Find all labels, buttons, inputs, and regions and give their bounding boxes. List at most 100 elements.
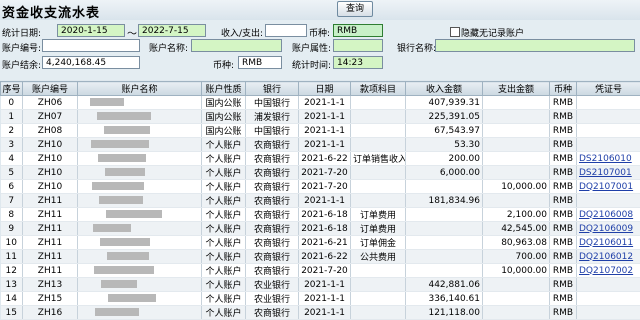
table-cell [78,250,202,264]
table-row[interactable]: 9ZH11个人账户农商银行2021-6-18订单费用42,545.00RMBDQ… [1,222,640,236]
table-cell [78,166,202,180]
table-row[interactable]: 0ZH06国内公账中国银行2021-1-1407,939.31RMB [1,96,640,110]
table-row[interactable]: 3ZH10个人账户农商银行2021-1-153.30RMB [1,138,640,152]
column-header[interactable]: 收入金额 [406,82,483,96]
table-row[interactable]: 12ZH11个人账户农商银行2021-7-2010,000.00RMBDQ210… [1,264,640,278]
bank-name-label: 银行名称: [397,41,436,54]
table-cell[interactable]: DQ2107001 [577,180,640,194]
table-cell[interactable]: DS2107001 [577,166,640,180]
column-header[interactable]: 账户名称 [78,82,202,96]
in-out-field[interactable] [265,24,307,37]
table-cell: ZH11 [23,208,78,222]
redacted-name-mark [94,266,154,274]
table-row[interactable]: 1ZH07国内公账浦发银行2021-1-1225,391.05RMB [1,110,640,124]
table-cell[interactable]: DQ2106008 [577,208,640,222]
table-cell[interactable]: DQ2107002 [577,264,640,278]
table-cell: RMB [550,306,577,320]
account-name-label: 账户名称: [149,41,188,54]
table-cell: ZH11 [23,194,78,208]
column-header[interactable]: 账户编号 [23,82,78,96]
table-row[interactable]: 4ZH10个人账户农商银行2021-6-22订单销售收入200.00RMBDS2… [1,152,640,166]
table-cell: 农商银行 [246,208,299,222]
table-cell: 11 [1,250,23,264]
account-name-field[interactable] [191,39,282,52]
table-cell: 2021-1-1 [299,138,351,152]
table-row[interactable]: 15ZH16个人账户农商银行2021-1-1121,118.00RMB [1,306,640,320]
table-row[interactable]: 5ZH10个人账户农商银行2021-7-206,000.00RMBDS21070… [1,166,640,180]
table-cell [483,152,550,166]
hide-no-record-label: 隐藏无记录账户 [461,26,524,39]
table-cell: 国内公账 [202,110,246,124]
table-cell: RMB [550,124,577,138]
hide-no-record-checkbox[interactable] [450,27,460,37]
table-cell: 农商银行 [246,250,299,264]
query-button[interactable]: 查询 [337,1,373,17]
column-header[interactable]: 账户性质 [202,82,246,96]
table-cell [406,208,483,222]
table-cell [351,264,406,278]
title-bar: 资金收支流水表 查询 [0,0,640,20]
table-cell: 国内公账 [202,124,246,138]
table-row[interactable]: 14ZH15个人账户农业银行2021-1-1336,140.61RMB [1,292,640,306]
table-cell: ZH10 [23,138,78,152]
redacted-name-mark [108,294,156,302]
table-cell: ZH10 [23,152,78,166]
table-cell [351,278,406,292]
column-header[interactable]: 银行 [246,82,299,96]
table-cell[interactable]: DQ2106012 [577,250,640,264]
table-cell [577,292,640,306]
table-cell [483,138,550,152]
table-cell: ZH10 [23,166,78,180]
table-cell[interactable]: DQ2106009 [577,222,640,236]
table-cell: 0 [1,96,23,110]
table-cell [78,96,202,110]
table-row[interactable]: 11ZH11个人账户农商银行2021-6-22公共费用700.00RMBDQ21… [1,250,640,264]
table-cell: 订单费用 [351,222,406,236]
table-row[interactable]: 8ZH11个人账户农商银行2021-6-18订单费用2,100.00RMBDQ2… [1,208,640,222]
table-row[interactable]: 7ZH11个人账户农商银行2021-1-1181,834.96RMB [1,194,640,208]
table-cell: 农业银行 [246,292,299,306]
window-title: 资金收支流水表 [2,2,100,21]
currency2-label: 币种: [213,58,234,71]
currency2-field: RMB [238,56,282,69]
date-from-field[interactable]: 2020-1-15 [57,24,125,37]
table-cell: ZH11 [23,264,78,278]
table-cell [577,278,640,292]
table-cell [78,180,202,194]
account-attr-field[interactable] [333,39,383,52]
table-cell [483,96,550,110]
column-header[interactable]: 凭证号 [577,82,640,96]
table-cell: ZH15 [23,292,78,306]
table-cell: RMB [550,208,577,222]
filter-panel: 统计日期: 2020-1-15 ～ 2022-7-15 收入/支出: 币种: R… [0,20,640,80]
table-cell [406,180,483,194]
account-no-field[interactable] [42,39,140,52]
table-cell: 53.30 [406,138,483,152]
table-cell: 1 [1,110,23,124]
table-row[interactable]: 13ZH13个人账户农业银行2021-1-1442,881.06RMB [1,278,640,292]
currency-field[interactable]: RMB [333,24,383,37]
table-cell: 442,881.06 [406,278,483,292]
table-cell: 个人账户 [202,306,246,320]
bank-name-field[interactable] [435,39,635,52]
table-cell [577,110,640,124]
column-header[interactable]: 序号 [1,82,23,96]
table-row[interactable]: 2ZH08国内公账中国银行2021-1-167,543.97RMB [1,124,640,138]
table-row[interactable]: 10ZH11个人账户农商银行2021-6-21订单佣金80,963.08RMBD… [1,236,640,250]
table-cell[interactable]: DS2106010 [577,152,640,166]
table-cell [351,306,406,320]
table-cell [78,264,202,278]
stat-time-field: 14:23 [333,56,383,69]
table-cell[interactable]: DQ2106011 [577,236,640,250]
column-header[interactable]: 币种 [550,82,577,96]
table-row[interactable]: 6ZH10个人账户农商银行2021-7-2010,000.00RMBDQ2107… [1,180,640,194]
table-cell: RMB [550,152,577,166]
table-cell [78,278,202,292]
table-cell [577,194,640,208]
table-cell [483,278,550,292]
table-cell: RMB [550,138,577,152]
column-header[interactable]: 款项科目 [351,82,406,96]
column-header[interactable]: 支出金额 [483,82,550,96]
date-to-field[interactable]: 2022-7-15 [138,24,206,37]
column-header[interactable]: 日期 [299,82,351,96]
